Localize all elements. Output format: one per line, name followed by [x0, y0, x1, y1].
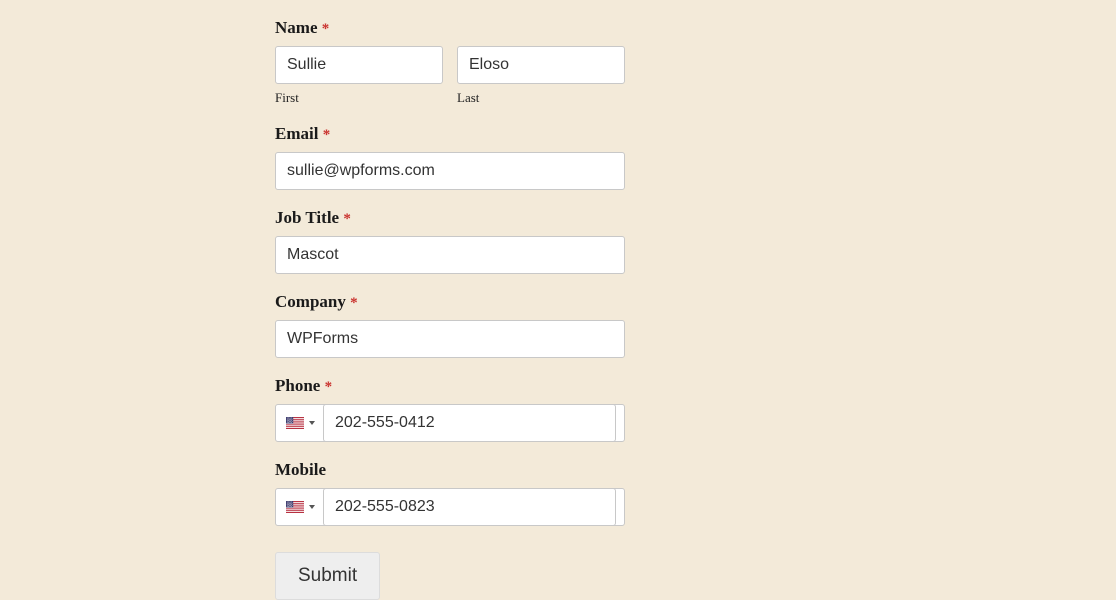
name-label-text: Name: [275, 18, 317, 37]
required-marker: *: [343, 211, 351, 227]
mobile-input[interactable]: [323, 488, 616, 526]
us-flag-icon: [286, 417, 304, 429]
phone-input[interactable]: [323, 404, 616, 442]
job-title-label: Job Title *: [275, 208, 625, 228]
email-field-group: Email *: [275, 124, 625, 190]
company-field-group: Company *: [275, 292, 625, 358]
last-name-sublabel: Last: [457, 90, 625, 106]
company-label: Company *: [275, 292, 625, 312]
required-marker: *: [323, 127, 331, 143]
mobile-field-group: Mobile: [275, 460, 625, 526]
job-title-field-group: Job Title *: [275, 208, 625, 274]
first-name-input[interactable]: [275, 46, 443, 84]
first-name-sublabel: First: [275, 90, 443, 106]
job-title-label-text: Job Title: [275, 208, 339, 227]
submit-button[interactable]: Submit: [275, 552, 380, 600]
chevron-down-icon: [309, 505, 315, 509]
contact-form: Name * First Last Email * Job Title *: [275, 18, 625, 600]
name-field-group: Name * First Last: [275, 18, 625, 106]
job-title-input[interactable]: [275, 236, 625, 274]
email-input[interactable]: [275, 152, 625, 190]
us-flag-icon: [286, 501, 304, 513]
name-label: Name *: [275, 18, 625, 38]
name-input-row: First Last: [275, 46, 625, 106]
required-marker: *: [350, 295, 358, 311]
chevron-down-icon: [309, 421, 315, 425]
company-input[interactable]: [275, 320, 625, 358]
email-label: Email *: [275, 124, 625, 144]
mobile-input-wrap: [275, 488, 625, 526]
first-name-col: First: [275, 46, 443, 106]
phone-label: Phone *: [275, 376, 625, 396]
mobile-country-selector[interactable]: [286, 501, 323, 513]
email-label-text: Email: [275, 124, 318, 143]
required-marker: *: [325, 379, 333, 395]
company-label-text: Company: [275, 292, 346, 311]
required-marker: *: [322, 21, 330, 37]
phone-country-selector[interactable]: [286, 417, 323, 429]
phone-field-group: Phone *: [275, 376, 625, 442]
phone-input-wrap: [275, 404, 625, 442]
mobile-label-text: Mobile: [275, 460, 326, 479]
phone-label-text: Phone: [275, 376, 320, 395]
mobile-label: Mobile: [275, 460, 625, 480]
last-name-input[interactable]: [457, 46, 625, 84]
last-name-col: Last: [457, 46, 625, 106]
